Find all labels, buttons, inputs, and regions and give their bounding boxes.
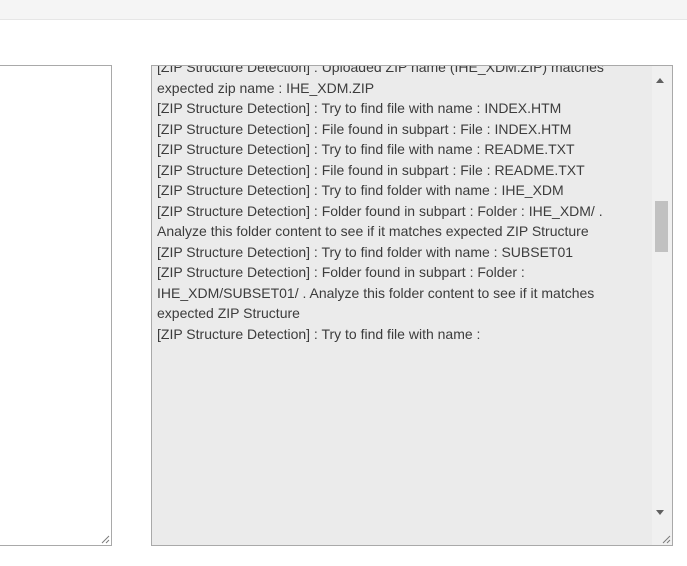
log-line: [ZIP Structure Detection] : Folder found… bbox=[157, 202, 603, 240]
log-line: [ZIP Structure Detection] : Try to find … bbox=[157, 100, 562, 116]
input-textarea[interactable] bbox=[0, 65, 112, 546]
log-line: [ZIP Structure Detection] : Try to find … bbox=[157, 182, 564, 198]
validation-log-textarea[interactable]: [ZIP Structure Detection] : Uploaded ZIP… bbox=[151, 65, 673, 546]
log-line: [ZIP Structure Detection] : Folder found… bbox=[157, 264, 595, 321]
log-line: [ZIP Structure Detection] : Try to find … bbox=[157, 243, 574, 260]
top-bar bbox=[0, 0, 687, 20]
log-line: [ZIP Structure Detection] : Uploaded ZIP… bbox=[157, 65, 604, 96]
scroll-up-icon[interactable] bbox=[656, 78, 664, 83]
resize-grip-icon[interactable] bbox=[100, 534, 110, 544]
log-content: [ZIP Structure Detection] : Uploaded ZIP… bbox=[157, 65, 647, 344]
log-line: [ZIP Structure Detection] : Try to find … bbox=[157, 141, 575, 157]
log-line: [ZIP Structure Detection] : File found i… bbox=[157, 161, 585, 178]
scroll-thumb[interactable] bbox=[655, 201, 668, 252]
log-line: [ZIP Structure Detection] : Try to find … bbox=[157, 325, 481, 342]
scroll-down-icon[interactable] bbox=[656, 510, 664, 515]
resize-grip-icon[interactable] bbox=[661, 534, 671, 544]
vertical-scrollbar[interactable] bbox=[652, 66, 672, 545]
log-line: [ZIP Structure Detection] : File found i… bbox=[157, 120, 572, 137]
